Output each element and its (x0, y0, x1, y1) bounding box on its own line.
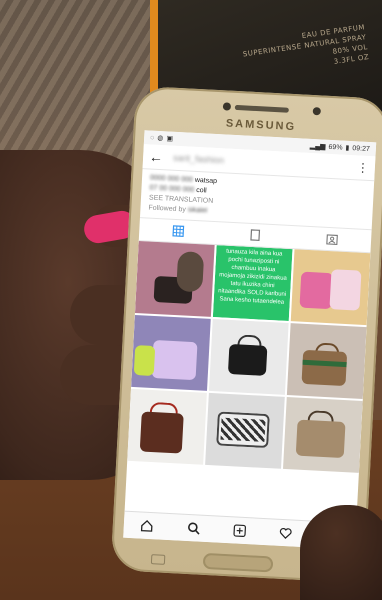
back-arrow-icon[interactable]: ← (149, 148, 164, 165)
person-image (176, 251, 205, 293)
post-thumbnail[interactable] (283, 397, 363, 473)
image-icon: ▣ (166, 135, 174, 143)
profile-username: sarit_fashion (172, 152, 225, 166)
bag-pattern (220, 417, 266, 442)
post-thumbnail[interactable] (131, 314, 211, 391)
grid-icon[interactable] (172, 225, 185, 238)
tagged-icon[interactable] (326, 233, 339, 246)
handbag-image (133, 345, 156, 377)
handbag-image (329, 269, 362, 311)
post-thumbnail[interactable] (205, 392, 285, 469)
clock: 09:27 (352, 144, 371, 153)
followed-by-label: Followed by (148, 204, 186, 214)
heart-icon[interactable] (279, 526, 294, 541)
add-post-icon[interactable] (232, 523, 247, 538)
handbag-image (301, 349, 348, 387)
handbag-image (295, 419, 346, 459)
status-right: ▂▄▆ 69% ▮ 09:27 (310, 142, 370, 153)
phone-screen: ◌ ◍ ▣ ▂▄▆ 69% ▮ 09:27 ← sarit_fashion ⋮ (123, 130, 377, 550)
post-grid: tunauza kila aina kua pochi tunaziposti … (127, 241, 371, 473)
earpiece-speaker (234, 104, 289, 113)
photo-scene: EAU DE PARFUM SUPERINTENSE NATURAL SPRAY… (0, 0, 382, 600)
post-thumbnail[interactable] (127, 388, 207, 465)
handbag-image (139, 411, 184, 454)
sensor-icon (222, 102, 232, 111)
signal-icon: ▂▄▆ (309, 142, 326, 151)
battery-level: 69% (328, 143, 343, 152)
front-camera-icon (312, 106, 321, 116)
home-icon[interactable] (140, 519, 155, 534)
post-caption-text: tunauza kila aina kua pochi tunaziposti … (212, 245, 293, 322)
recent-apps-button[interactable] (150, 554, 166, 565)
home-button[interactable] (202, 552, 274, 573)
handbag-image (227, 343, 268, 376)
background-fabric (0, 0, 150, 175)
whatsapp-icon: ◍ (157, 134, 164, 143)
notification-icon: ◌ (149, 134, 155, 142)
post-thumbnail[interactable] (134, 241, 215, 317)
right-thumb (300, 505, 382, 600)
post-thumbnail[interactable]: tunauza kila aina kua pochi tunaziposti … (212, 245, 293, 322)
blurred-phone-number: 0000 000 000 (149, 174, 194, 184)
bio-text: watsap (194, 176, 218, 186)
post-thumbnail[interactable] (286, 323, 367, 399)
handbag-image (151, 339, 198, 381)
blurred-follower: sikalel (187, 206, 208, 215)
battery-icon: ▮ (345, 144, 350, 152)
status-left: ◌ ◍ ▣ (150, 134, 173, 143)
bio-text: coll (195, 186, 207, 195)
post-thumbnail[interactable] (208, 319, 289, 395)
handbag-image (299, 271, 334, 310)
kebab-menu-icon[interactable]: ⋮ (357, 160, 370, 175)
blurred-phone-number: 07 00 000 000 (149, 184, 195, 194)
search-icon[interactable] (186, 521, 201, 536)
feed-icon[interactable] (249, 229, 262, 242)
post-thumbnail[interactable] (290, 249, 371, 326)
